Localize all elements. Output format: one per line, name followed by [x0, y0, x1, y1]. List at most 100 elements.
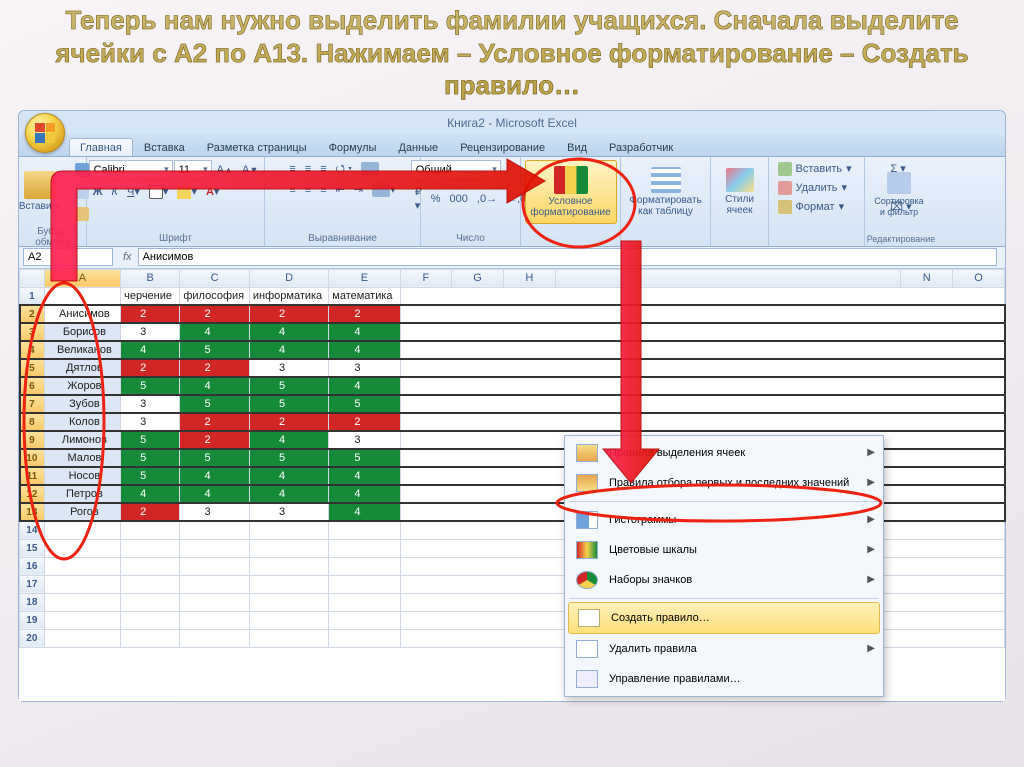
- cell-E9[interactable]: 3: [329, 431, 400, 449]
- tab-developer[interactable]: Разработчик: [598, 138, 684, 156]
- cell-D12[interactable]: 4: [249, 485, 328, 503]
- row-header-1[interactable]: 1: [20, 287, 45, 305]
- cell-rest-7[interactable]: [400, 395, 1004, 413]
- row-header-10[interactable]: 10: [20, 449, 45, 467]
- font-color-button[interactable]: А ▾: [202, 183, 223, 201]
- cell-A9[interactable]: Лимонов: [44, 431, 120, 449]
- cell-A12[interactable]: Петров: [44, 485, 120, 503]
- col-header-rest[interactable]: [555, 269, 901, 287]
- cell-rest-6[interactable]: [400, 377, 1004, 395]
- cell-D8[interactable]: 2: [249, 413, 328, 431]
- col-header-G[interactable]: G: [452, 269, 504, 287]
- cell-A5[interactable]: Дятлов: [44, 359, 120, 377]
- cell-A1[interactable]: [44, 287, 120, 305]
- cell-E6[interactable]: 4: [329, 377, 400, 395]
- align-right-button[interactable]: ≡: [316, 181, 330, 199]
- cell-A11[interactable]: Носов: [44, 467, 120, 485]
- cell-E4[interactable]: 4: [329, 341, 400, 359]
- insert-cells-button[interactable]: Вставить ▾: [774, 160, 860, 178]
- cell-B1[interactable]: черчение: [121, 287, 180, 305]
- row-header-8[interactable]: 8: [20, 413, 45, 431]
- currency-button[interactable]: ₽ ▾: [411, 183, 426, 215]
- row-header-2[interactable]: 2: [20, 305, 45, 323]
- col-header-B[interactable]: B: [121, 269, 180, 287]
- cell-E1[interactable]: математика: [329, 287, 400, 305]
- tab-home[interactable]: Главная: [69, 138, 133, 156]
- fx-icon[interactable]: fx: [117, 251, 138, 263]
- name-box[interactable]: A2: [23, 248, 113, 266]
- cell-E11[interactable]: 4: [329, 467, 400, 485]
- inc-decimal-button[interactable]: ,0→: [473, 183, 501, 215]
- conditional-formatting-button[interactable]: Условное форматирование: [525, 160, 617, 224]
- cell-C12[interactable]: 4: [180, 485, 250, 503]
- cell-D2[interactable]: 2: [249, 305, 328, 323]
- row-header-11[interactable]: 11: [20, 467, 45, 485]
- row-header-9[interactable]: 9: [20, 431, 45, 449]
- menu-data-bars[interactable]: Гистограммы ▶: [567, 505, 881, 535]
- italic-button[interactable]: К: [108, 183, 122, 201]
- grow-font-button[interactable]: A▲: [213, 160, 237, 180]
- cell-A19[interactable]: [44, 611, 120, 629]
- cell-A14[interactable]: [44, 521, 120, 539]
- row-header-20[interactable]: 20: [20, 629, 45, 647]
- row-header-17[interactable]: 17: [20, 575, 45, 593]
- cell-B10[interactable]: 5: [121, 449, 180, 467]
- cell-C9[interactable]: 2: [180, 431, 250, 449]
- tab-layout[interactable]: Разметка страницы: [196, 138, 318, 156]
- menu-create-rule[interactable]: Создать правило…: [568, 602, 880, 634]
- cell-D3[interactable]: 4: [249, 323, 328, 341]
- col-header-E[interactable]: E: [329, 269, 400, 287]
- align-top-button[interactable]: ≡: [285, 160, 299, 178]
- col-header-N[interactable]: N: [901, 269, 953, 287]
- cell-D1[interactable]: информатика: [249, 287, 328, 305]
- shrink-font-button[interactable]: A▼: [238, 160, 262, 180]
- align-left-button[interactable]: ≡: [285, 181, 299, 199]
- cell-B13[interactable]: 2: [121, 503, 180, 521]
- tab-data[interactable]: Данные: [387, 138, 449, 156]
- select-all-corner[interactable]: [20, 269, 45, 287]
- indent-dec-button[interactable]: ⇤: [332, 181, 349, 199]
- cell-B9[interactable]: 5: [121, 431, 180, 449]
- align-center-button[interactable]: ≡: [301, 181, 315, 199]
- cell-rest-3[interactable]: [400, 323, 1004, 341]
- cell-rest-8[interactable]: [400, 413, 1004, 431]
- cell-rest-4[interactable]: [400, 341, 1004, 359]
- align-middle-button[interactable]: ≡: [301, 160, 315, 178]
- cell-D13[interactable]: 3: [249, 503, 328, 521]
- orientation-button[interactable]: ⭯ ▾: [332, 160, 356, 178]
- office-button[interactable]: [25, 113, 65, 153]
- font-family-select[interactable]: Calibri: [89, 160, 173, 180]
- menu-manage-rules[interactable]: Управление правилами…: [567, 664, 881, 694]
- row-header-6[interactable]: 6: [20, 377, 45, 395]
- cell-A8[interactable]: Колов: [44, 413, 120, 431]
- cell-A2[interactable]: Анисимов: [44, 305, 120, 323]
- cell-B4[interactable]: 4: [121, 341, 180, 359]
- cell-C11[interactable]: 4: [180, 467, 250, 485]
- col-header-D[interactable]: D: [249, 269, 328, 287]
- cell-B11[interactable]: 5: [121, 467, 180, 485]
- percent-button[interactable]: %: [427, 183, 445, 215]
- cell-styles-button[interactable]: Стили ячеек: [717, 160, 762, 224]
- cell-C10[interactable]: 5: [180, 449, 250, 467]
- paste-button[interactable]: Вставить: [12, 160, 68, 224]
- menu-clear-rules[interactable]: Удалить правила ▶: [567, 634, 881, 664]
- row-header-4[interactable]: 4: [20, 341, 45, 359]
- cell-D11[interactable]: 4: [249, 467, 328, 485]
- row-header-13[interactable]: 13: [20, 503, 45, 521]
- row-header-19[interactable]: 19: [20, 611, 45, 629]
- cell-B12[interactable]: 4: [121, 485, 180, 503]
- tab-view[interactable]: Вид: [556, 138, 598, 156]
- tab-formulas[interactable]: Формулы: [318, 138, 388, 156]
- cell-C5[interactable]: 2: [180, 359, 250, 377]
- cell-B8[interactable]: 3: [121, 413, 180, 431]
- cell-E5[interactable]: 3: [329, 359, 400, 377]
- cell-A10[interactable]: Малов: [44, 449, 120, 467]
- cell-C6[interactable]: 4: [180, 377, 250, 395]
- cell-rest-2[interactable]: [400, 305, 1004, 323]
- cell-C8[interactable]: 2: [180, 413, 250, 431]
- tab-review[interactable]: Рецензирование: [449, 138, 556, 156]
- menu-highlight-rules[interactable]: Правила выделения ячеек ▶: [567, 438, 881, 468]
- cell-D10[interactable]: 5: [249, 449, 328, 467]
- cell-B6[interactable]: 5: [121, 377, 180, 395]
- row-header-18[interactable]: 18: [20, 593, 45, 611]
